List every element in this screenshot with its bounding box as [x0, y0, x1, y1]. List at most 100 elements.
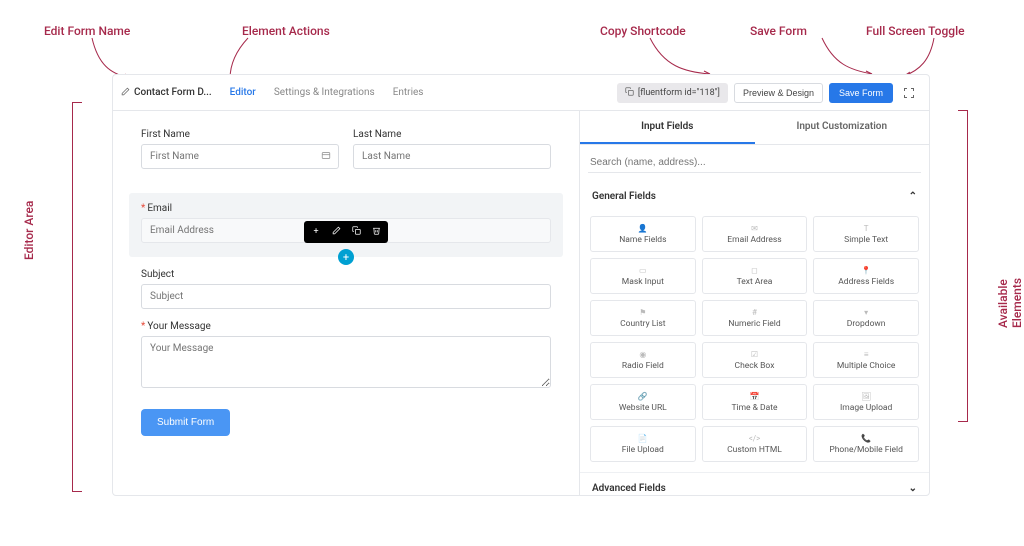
field-card-mask[interactable]: ▭ Mask Input: [590, 258, 696, 294]
field-card-address[interactable]: 📍 Address Fields: [813, 258, 919, 294]
field-card-label: Check Box: [735, 361, 775, 371]
checkbox-icon: ☑: [751, 350, 758, 358]
section-advanced-header[interactable]: Advanced Fields ⌄: [580, 473, 929, 495]
action-delete[interactable]: [366, 223, 386, 241]
field-message[interactable]: *Your Message: [141, 321, 551, 391]
field-card-image[interactable]: 🖼 Image Upload: [813, 384, 919, 420]
annotation-save-form: Save Form: [750, 24, 807, 38]
field-card-label: Phone/Mobile Field: [829, 445, 903, 455]
field-last-name[interactable]: Last Name: [353, 129, 551, 169]
header-right: [fluentform id="118"] Preview & Design S…: [617, 83, 919, 103]
subject-input[interactable]: [141, 284, 551, 309]
field-card-label: Image Upload: [840, 403, 892, 413]
right-panel-tabs: Input Fields Input Customization: [580, 111, 929, 145]
form-name-edit[interactable]: Contact Form D...: [121, 87, 212, 99]
pencil-icon: [332, 226, 341, 238]
field-card-file[interactable]: 📄File Upload: [590, 426, 696, 462]
tab-editor[interactable]: Editor: [230, 87, 256, 98]
bracket-available-elements: [958, 110, 968, 422]
tab-settings[interactable]: Settings & Integrations: [274, 87, 375, 98]
field-card-simple-text[interactable]: T Simple Text: [813, 216, 919, 252]
field-card-label: Simple Text: [844, 235, 888, 245]
message-input[interactable]: [141, 336, 551, 388]
body: First Name Last Name *Email: [113, 111, 929, 495]
last-name-input[interactable]: [353, 144, 551, 169]
phone-icon: 📞: [861, 434, 871, 442]
textarea-icon: ◻: [751, 266, 758, 274]
hash-icon: #: [752, 308, 757, 316]
card-icon: [321, 150, 331, 163]
field-first-name[interactable]: First Name: [141, 129, 339, 169]
field-card-checkbox[interactable]: ☑ Check Box: [702, 342, 808, 378]
field-card-url[interactable]: 🔗 Website URL: [590, 384, 696, 420]
shortcode-copy[interactable]: [fluentform id="118"]: [617, 83, 728, 103]
action-add[interactable]: +: [306, 223, 326, 241]
message-label: *Your Message: [141, 321, 551, 332]
action-duplicate[interactable]: [346, 223, 366, 241]
editor-area: First Name Last Name *Email: [113, 111, 579, 495]
section-general-fields: General Fields ⌃ 👤Name Fields ✉ Email Add…: [580, 181, 929, 473]
image-icon: 🖼: [861, 392, 871, 400]
fullscreen-toggle[interactable]: [899, 83, 919, 103]
section-advanced-label: Advanced Fields: [592, 483, 666, 494]
action-edit[interactable]: [326, 223, 346, 241]
app-container: Contact Form D... Editor Settings & Inte…: [112, 74, 930, 496]
field-card-email[interactable]: ✉ Email Address: [702, 216, 808, 252]
field-card-html[interactable]: </>Custom HTML: [702, 426, 808, 462]
add-field-button[interactable]: +: [338, 249, 354, 265]
submit-form-button[interactable]: Submit Form: [141, 409, 230, 436]
field-subject[interactable]: Subject: [141, 269, 551, 309]
field-card-label: Address Fields: [838, 277, 894, 287]
field-card-phone[interactable]: 📞 Phone/Mobile Field: [813, 426, 919, 462]
expand-icon: [903, 87, 915, 99]
search-fields-input[interactable]: [588, 153, 921, 173]
trash-icon: [372, 226, 381, 238]
header: Contact Form D... Editor Settings & Inte…: [113, 75, 929, 111]
dropdown-icon: ▾: [864, 308, 868, 316]
field-card-radio[interactable]: ◉Radio Field: [590, 342, 696, 378]
radio-icon: ◉: [639, 350, 646, 358]
field-card-dropdown[interactable]: ▾ Dropdown: [813, 300, 919, 336]
first-name-label: First Name: [141, 129, 339, 140]
mask-icon: ▭: [639, 266, 647, 274]
email-label: *Email: [141, 203, 551, 214]
field-card-label: Mask Input: [622, 277, 664, 287]
field-email[interactable]: *Email + +: [129, 193, 563, 257]
field-card-label: Email Address: [727, 235, 781, 245]
tab-entries[interactable]: Entries: [393, 87, 424, 98]
last-name-label: Last Name: [353, 129, 551, 140]
tab-input-fields[interactable]: Input Fields: [580, 111, 755, 144]
field-card-label: Text Area: [737, 277, 773, 287]
field-card-numeric[interactable]: #Numeric Field: [702, 300, 808, 336]
flag-icon: ⚑: [639, 308, 646, 316]
plus-icon: +: [313, 227, 318, 237]
calendar-icon: 📅: [750, 392, 760, 400]
form-name-text: Contact Form D...: [134, 87, 212, 98]
field-card-name[interactable]: 👤Name Fields: [590, 216, 696, 252]
annotation-editor-area: Editor Area: [22, 201, 36, 260]
field-card-multiple[interactable]: ≡Multiple Choice: [813, 342, 919, 378]
preview-design-button[interactable]: Preview & Design: [734, 83, 823, 103]
mail-icon: ✉: [751, 224, 758, 232]
element-action-toolbar: +: [304, 221, 388, 243]
field-card-time-date[interactable]: 📅Time & Date: [702, 384, 808, 420]
pin-icon: 📍: [861, 266, 871, 274]
link-icon: 🔗: [638, 392, 648, 400]
tab-input-customization[interactable]: Input Customization: [755, 111, 930, 144]
code-icon: </>: [749, 434, 761, 442]
right-panel: Input Fields Input Customization General…: [579, 111, 929, 495]
pencil-icon: [121, 87, 130, 99]
section-general-label: General Fields: [592, 191, 656, 202]
field-card-label: Dropdown: [847, 319, 886, 329]
section-general-header[interactable]: General Fields ⌃: [580, 181, 929, 212]
annotation-edit-form-name: Edit Form Name: [44, 24, 130, 38]
field-card-label: Website URL: [619, 403, 667, 413]
save-form-button[interactable]: Save Form: [829, 83, 893, 103]
annotation-available-elements: Available Elements: [996, 278, 1024, 328]
text-icon: T: [864, 224, 869, 232]
field-card-country[interactable]: ⚑Country List: [590, 300, 696, 336]
field-card-label: Name Fields: [619, 235, 666, 245]
subject-label: Subject: [141, 269, 551, 280]
first-name-input[interactable]: [141, 144, 339, 169]
field-card-textarea[interactable]: ◻ Text Area: [702, 258, 808, 294]
